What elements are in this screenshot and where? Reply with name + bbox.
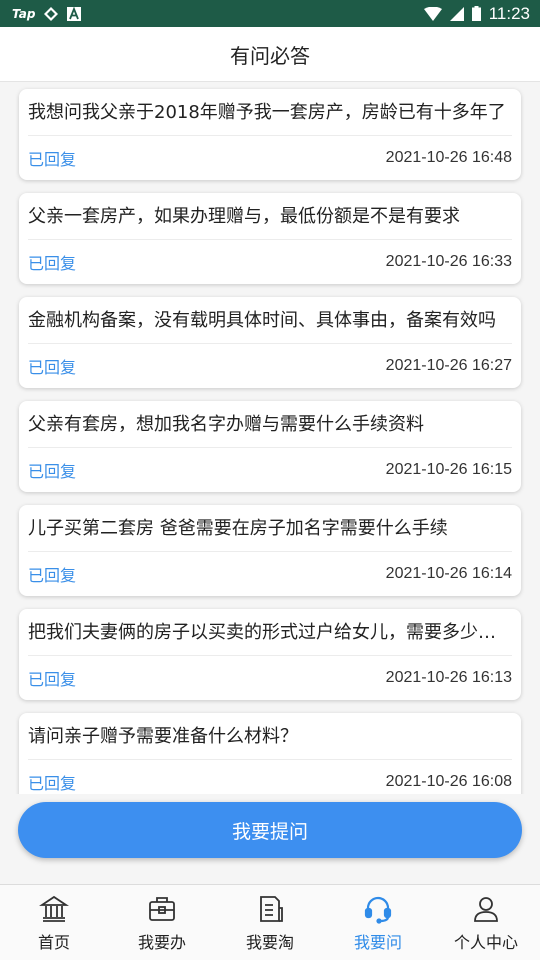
question-card[interactable]: 把我们夫妻俩的房子以买卖的形式过户给女儿，需要多少税费 已回复 2021-10-…	[19, 609, 521, 700]
reply-status: 已回复	[28, 566, 77, 585]
headset-icon	[364, 896, 392, 924]
question-text: 请问亲子赠予需要准备什么材料？	[28, 713, 512, 760]
question-time: 2021-10-26 16:15	[385, 461, 512, 478]
ask-question-button[interactable]: 我要提问	[18, 802, 522, 858]
tab-browse[interactable]: 我要淘	[216, 885, 324, 960]
tab-label: 个人中心	[453, 933, 518, 952]
question-time: 2021-10-26 16:13	[385, 669, 512, 686]
bank-icon	[39, 895, 69, 922]
bottom-tab-bar: 首页 我要办 我要淘 我要问 个人中心	[0, 884, 540, 960]
page-title: 有问必答	[230, 43, 310, 68]
question-time: 2021-10-26 16:14	[385, 565, 512, 582]
question-text: 金融机构备案，没有载明具体时间、具体事由，备案有效吗	[28, 297, 512, 344]
tab-label: 我要办	[137, 933, 186, 952]
clock: 11:23	[488, 3, 530, 23]
reply-status: 已回复	[28, 358, 77, 377]
question-text: 把我们夫妻俩的房子以买卖的形式过户给女儿，需要多少税费	[28, 609, 512, 656]
question-card[interactable]: 金融机构备案，没有载明具体时间、具体事由，备案有效吗 已回复 2021-10-2…	[19, 297, 521, 388]
tab-label: 我要淘	[245, 933, 294, 952]
wifi-icon	[423, 6, 442, 21]
sync-icon	[44, 6, 59, 21]
cell-signal-icon	[449, 6, 464, 21]
question-time: 2021-10-26 16:33	[385, 253, 512, 270]
question-text: 父亲有套房，想加我名字办赠与需要什么手续资料	[28, 401, 512, 448]
tap-app-icon: Tap	[12, 6, 36, 21]
document-icon	[260, 896, 283, 922]
reply-status: 已回复	[28, 150, 77, 169]
question-time: 2021-10-26 16:27	[385, 357, 512, 374]
reply-status: 已回复	[28, 670, 77, 689]
reply-status: 已回复	[28, 774, 77, 793]
question-text: 我想问我父亲于2018年赠予我一套房产，房龄已有十多年了	[28, 89, 512, 136]
tab-label: 首页	[37, 933, 70, 952]
question-card[interactable]: 请问亲子赠予需要准备什么材料？ 已回复 2021-10-26 16:08	[19, 713, 521, 794]
tab-label: 我要问	[353, 933, 402, 952]
question-text: 儿子买第二套房 爸爸需要在房子加名字需要什么手续	[28, 505, 512, 552]
reply-status: 已回复	[28, 254, 77, 273]
page-header: 有问必答	[0, 27, 540, 82]
font-a-icon	[67, 6, 82, 21]
briefcase-icon	[149, 897, 175, 921]
question-card[interactable]: 父亲有套房，想加我名字办赠与需要什么手续资料 已回复 2021-10-26 16…	[19, 401, 521, 492]
question-card[interactable]: 儿子买第二套房 爸爸需要在房子加名字需要什么手续 已回复 2021-10-26 …	[19, 505, 521, 596]
question-time: 2021-10-26 16:08	[385, 773, 512, 790]
tab-profile[interactable]: 个人中心	[432, 885, 540, 960]
tab-home[interactable]: 首页	[0, 885, 108, 960]
question-card[interactable]: 我想问我父亲于2018年赠予我一套房产，房龄已有十多年了 已回复 2021-10…	[19, 89, 521, 180]
tab-handle[interactable]: 我要办	[108, 885, 216, 960]
status-bar: Tap 11:23	[0, 0, 540, 27]
reply-status: 已回复	[28, 462, 77, 481]
battery-icon	[471, 6, 481, 21]
person-icon	[474, 897, 498, 922]
tab-ask[interactable]: 我要问	[324, 885, 432, 960]
question-time: 2021-10-26 16:48	[385, 149, 512, 166]
question-text: 父亲一套房产，如果办理赠与，最低份额是不是有要求	[28, 193, 512, 240]
question-card[interactable]: 父亲一套房产，如果办理赠与，最低份额是不是有要求 已回复 2021-10-26 …	[19, 193, 521, 284]
question-list[interactable]: 我想问我父亲于2018年赠予我一套房产，房龄已有十多年了 已回复 2021-10…	[0, 82, 540, 794]
